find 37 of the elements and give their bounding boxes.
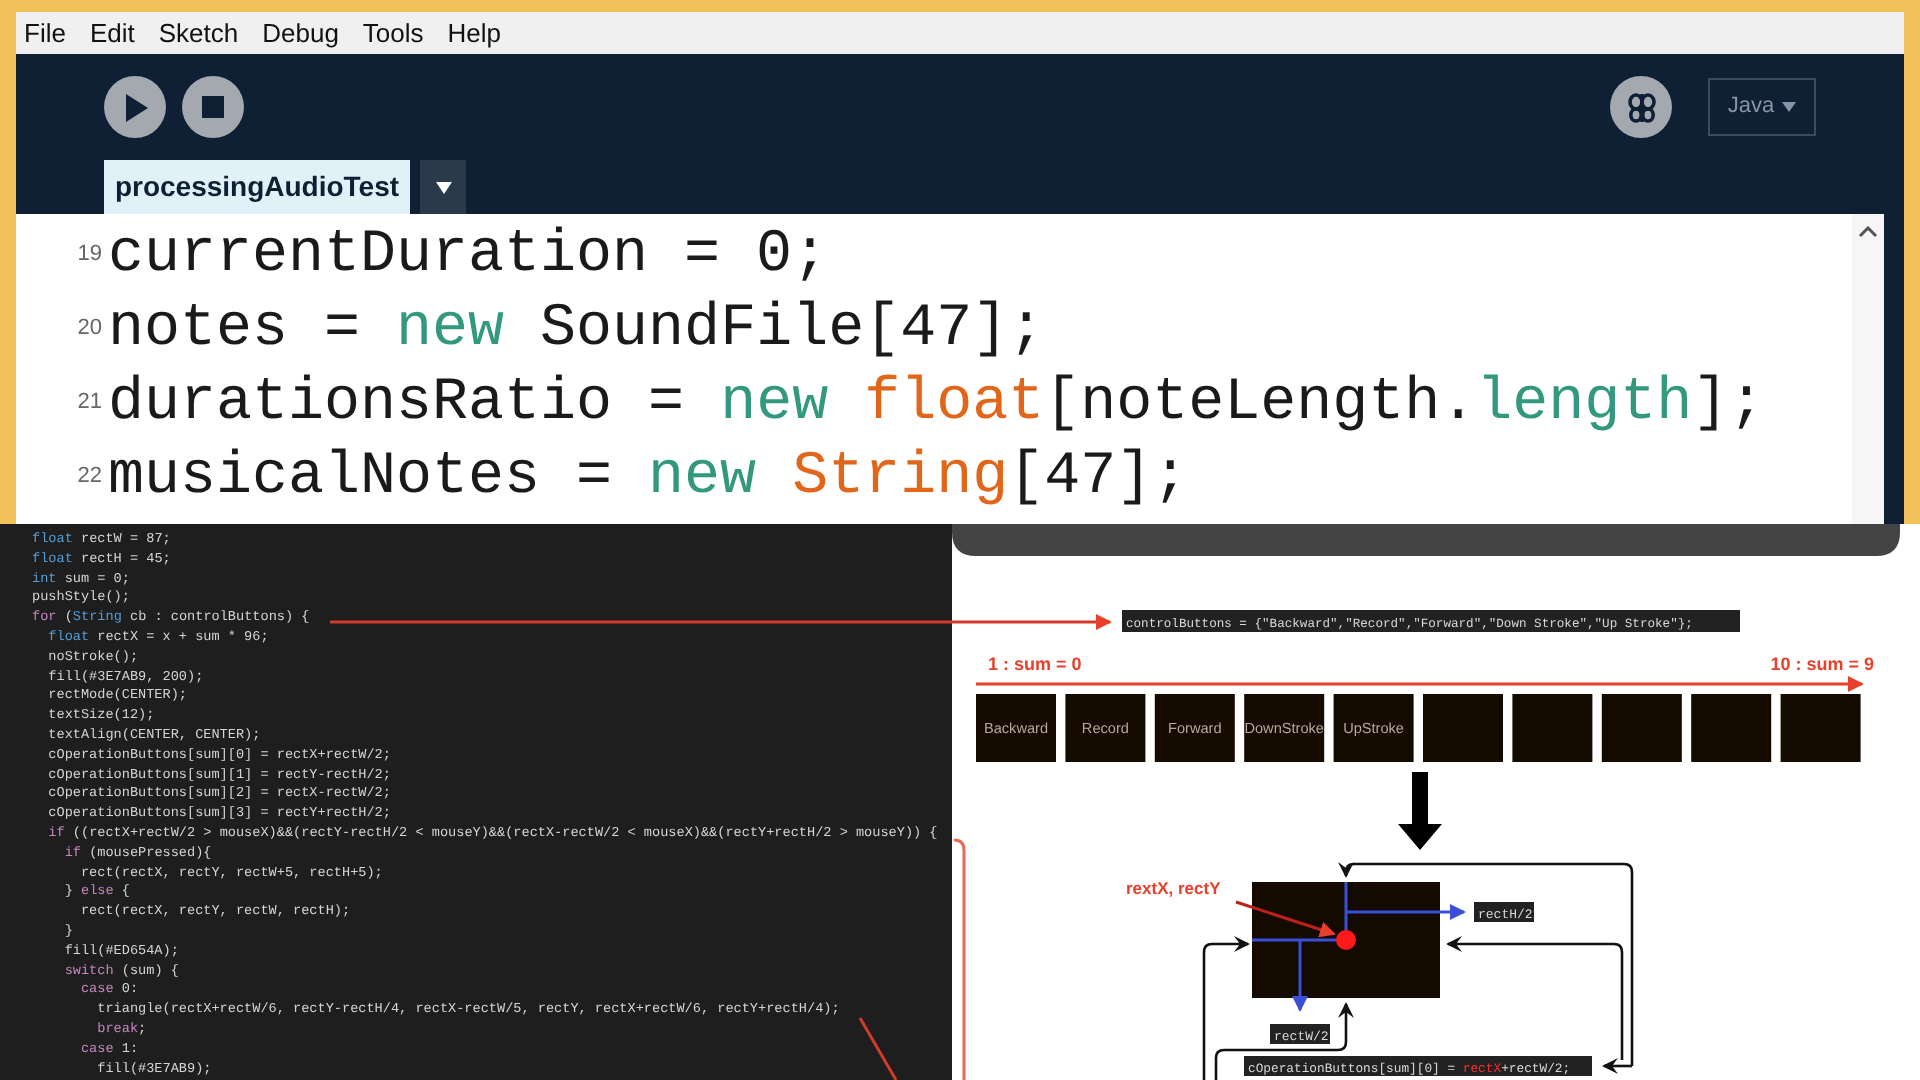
menu-item[interactable]: Sketch bbox=[158, 13, 239, 53]
code-line: durationsRatio = new float[noteLength.length]; bbox=[108, 369, 1765, 437]
editor-tab[interactable]: processingAudioTest bbox=[104, 160, 410, 214]
play-icon bbox=[123, 93, 147, 121]
mode-selector[interactable]: Java bbox=[1708, 78, 1816, 136]
line-number: 21 bbox=[77, 388, 102, 419]
point-label: rextX, rectY bbox=[1126, 878, 1221, 898]
menu-item[interactable]: File bbox=[24, 13, 66, 53]
tab-menu-button[interactable] bbox=[420, 160, 466, 214]
caret-icon bbox=[1782, 102, 1797, 112]
point-arrow bbox=[1235, 900, 1336, 938]
line-number: 19 bbox=[77, 240, 102, 271]
control-button-box bbox=[1601, 694, 1682, 762]
start-label: 1 : sum = 0 bbox=[988, 654, 1082, 674]
code-line: notes = new SoundFile[47]; bbox=[108, 295, 1045, 363]
scroll-up-icon[interactable] bbox=[1858, 226, 1878, 238]
debug-button[interactable] bbox=[1610, 76, 1672, 138]
menu-item[interactable]: Help bbox=[447, 13, 502, 53]
control-button-box bbox=[1423, 694, 1503, 762]
control-button-box bbox=[1512, 694, 1593, 762]
line-number: 22 bbox=[77, 462, 102, 493]
stop-button[interactable] bbox=[182, 76, 244, 138]
butterfly-icon bbox=[1625, 91, 1657, 123]
code-line: musicalNotes = new String[47]; bbox=[108, 443, 1189, 511]
menu-item[interactable]: Edit bbox=[89, 13, 135, 53]
end-label: 10 : sum = 9 bbox=[1770, 654, 1874, 674]
control-button-box bbox=[1691, 694, 1772, 762]
menu-item[interactable]: Tools bbox=[362, 13, 424, 53]
control-button-box bbox=[1780, 694, 1861, 762]
menu-item[interactable]: Debug bbox=[262, 13, 339, 53]
stop-icon bbox=[202, 96, 224, 118]
line-number: 20 bbox=[77, 314, 102, 345]
code-line: currentDuration = 0; bbox=[108, 221, 829, 289]
center-point bbox=[1336, 930, 1356, 950]
down-arrow bbox=[1398, 772, 1442, 850]
play-button[interactable] bbox=[104, 76, 166, 138]
caret-icon bbox=[435, 181, 451, 193]
